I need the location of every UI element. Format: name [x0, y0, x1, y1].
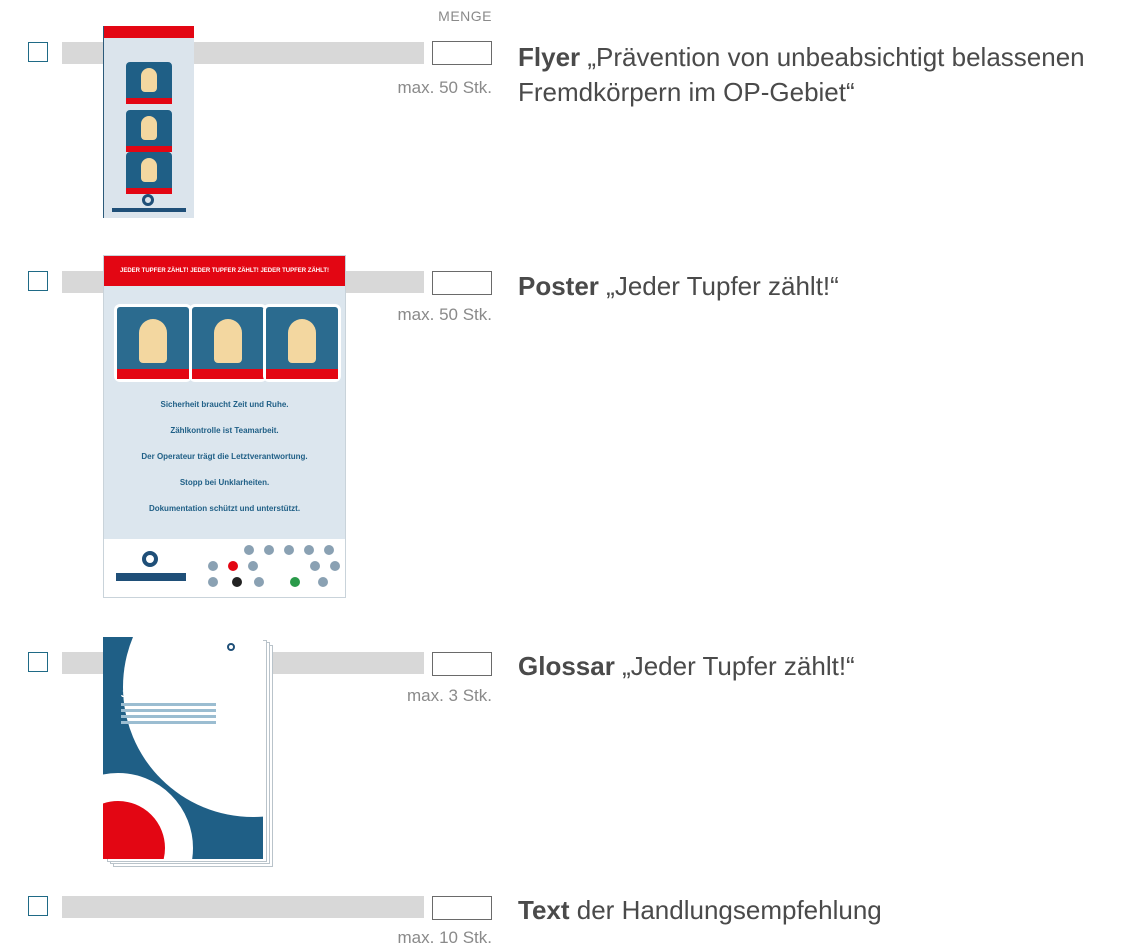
partner-logo-icon — [304, 545, 314, 555]
poster-thumbnail: JEDER TUPFER ZÄHLT! JEDER TUPFER ZÄHLT! … — [103, 255, 346, 598]
text-quantity-input[interactable] — [432, 896, 492, 920]
flyer-description: Flyer „Prävention von unbeabsichtigt bel… — [518, 40, 1118, 110]
aps-logo-icon — [142, 194, 154, 206]
glossar-title: „Jeder Tupfer zählt!“ — [622, 651, 855, 681]
flyer-name: Flyer — [518, 42, 581, 72]
poster-panel-intra — [189, 304, 267, 382]
partner-logo-icon — [248, 561, 258, 571]
poster-line-5: Dokumentation schützt und unterstützt. — [148, 504, 301, 513]
glossar-thumbnail: Jeder Tupfer zählt! — [103, 637, 273, 867]
flyer-card-pre — [126, 62, 172, 104]
partner-logo-icon — [232, 577, 242, 587]
poster-line-4: Stopp bei Unklarheiten. — [179, 478, 270, 487]
flyer-thumbnail — [103, 26, 194, 218]
text-title: der Handlungsempfehlung — [576, 895, 882, 925]
flyer-card-intra — [126, 110, 172, 152]
partner-logo-icon — [330, 561, 340, 571]
aps-logo-text — [116, 573, 186, 581]
aps-logo-icon — [142, 551, 158, 567]
quantity-column-header: MENGE — [438, 8, 492, 24]
poster-panel-post — [263, 304, 341, 382]
glossar-checkbox[interactable] — [28, 652, 48, 672]
flyer-checkbox[interactable] — [28, 42, 48, 62]
flyer-card-post — [126, 152, 172, 194]
flyer-max-label: max. 50 Stk. — [397, 78, 492, 97]
poster-line-2: Zählkontrolle ist Teamarbeit. — [170, 426, 279, 435]
partner-logo-icon — [244, 545, 254, 555]
glossar-cover-subtitle — [121, 703, 216, 706]
partner-logo-icon — [324, 545, 334, 555]
partner-logo-icon — [264, 545, 274, 555]
flyer-quantity-input[interactable] — [432, 41, 492, 65]
partner-logo-icon — [228, 561, 238, 571]
poster-line-3: Der Operateur trägt die Letztverantwortu… — [141, 452, 308, 461]
poster-red-header: JEDER TUPFER ZÄHLT! JEDER TUPFER ZÄHLT! … — [104, 256, 345, 286]
glossar-cover: Jeder Tupfer zählt! — [103, 637, 263, 859]
flyer-title: „Prävention von unbeabsichtigt belassene… — [518, 42, 1085, 107]
poster-checkbox[interactable] — [28, 271, 48, 291]
partner-logo-icon — [208, 577, 218, 587]
aps-logo-icon — [227, 643, 235, 651]
glossar-description: Glossar „Jeder Tupfer zählt!“ — [518, 649, 1118, 684]
poster-max-label: max. 50 Stk. — [397, 305, 492, 324]
poster-line-1: Sicherheit braucht Zeit und Ruhe. — [160, 400, 289, 409]
partner-logo-icon — [284, 545, 294, 555]
text-description: Text der Handlungsempfehlung — [518, 893, 1118, 928]
aps-logo-text — [112, 208, 186, 212]
poster-footer — [104, 539, 345, 597]
glossar-quantity-input[interactable] — [432, 652, 492, 676]
glossar-max-label: max. 3 Stk. — [406, 686, 492, 705]
glossar-cover-title: Jeder Tupfer zählt! — [121, 689, 201, 699]
poster-panel-pre — [114, 304, 192, 382]
partner-logo-icon — [318, 577, 328, 587]
partner-logo-icon — [310, 561, 320, 571]
text-max-label: max. 10 Stk. — [397, 928, 492, 947]
partner-logo-icon — [290, 577, 300, 587]
text-checkbox[interactable] — [28, 896, 48, 916]
flyer-red-header — [104, 26, 194, 38]
poster-quantity-input[interactable] — [432, 271, 492, 295]
poster-title: „Jeder Tupfer zählt!“ — [606, 271, 839, 301]
glossar-name: Glossar — [518, 651, 615, 681]
poster-description: Poster „Jeder Tupfer zählt!“ — [518, 269, 1118, 304]
text-name: Text — [518, 895, 570, 925]
text-row-bar — [62, 896, 424, 918]
poster-name: Poster — [518, 271, 599, 301]
partner-logo-icon — [208, 561, 218, 571]
partner-logo-icon — [254, 577, 264, 587]
